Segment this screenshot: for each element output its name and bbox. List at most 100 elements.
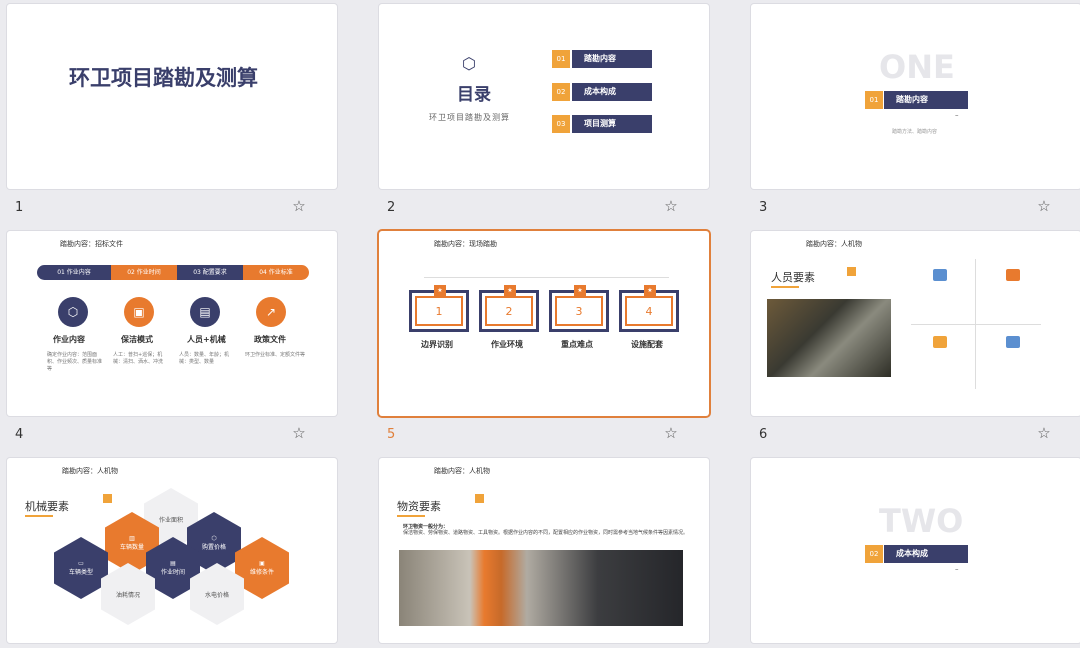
step-1: 01 作业内容	[37, 265, 111, 280]
book-icon: ▣	[259, 560, 265, 567]
toc-item-3: 项目测算	[572, 115, 652, 133]
col-text-3: 人员：数量、年龄；机械：类型、数量	[179, 352, 230, 365]
slide-number: 5	[387, 427, 396, 442]
col-text-2: 人工：普扫+巡保；机械：清扫、洒水、冲洗	[113, 352, 164, 365]
slide-number: 2	[387, 200, 396, 215]
section-label: 踏勘内容	[884, 91, 968, 109]
box-num: 3	[555, 296, 603, 326]
col-text-1: 确定作业内容：范围面积、作业频次、质量标准等	[47, 352, 103, 372]
hex-label: 车辆类型	[68, 569, 93, 576]
slide-header: 踏勘内容：现场踏勘	[434, 240, 497, 248]
toc-item-2: 成本构成	[572, 83, 652, 101]
wallet-icon	[933, 336, 947, 348]
star-icon[interactable]: ☆	[663, 198, 679, 214]
star-icon[interactable]: ☆	[291, 198, 307, 214]
section-dash: –	[955, 111, 959, 119]
section-title: 人员要素	[771, 271, 815, 284]
box-title-3: 重点难点	[561, 340, 593, 349]
star-icon[interactable]: ☆	[1036, 425, 1052, 441]
divider	[424, 277, 669, 278]
col-title-2: 保洁模式	[121, 335, 153, 344]
hex-label: 作业面积	[158, 516, 183, 524]
title-underline	[25, 515, 53, 517]
hex-label: 维修条件	[249, 569, 274, 576]
step-2: 02 作业时间	[111, 265, 177, 280]
section-caption: 踏勘方法、踏勘内容	[892, 129, 938, 135]
accent-square	[847, 267, 856, 276]
gloves-photo	[767, 299, 891, 377]
toc-num-1: 01	[552, 50, 570, 68]
section-num: 02	[865, 545, 883, 563]
slide-thumbnail-9[interactable]: TWO 02 成本构成 –	[751, 458, 1080, 643]
slide-thumbnail-2[interactable]: ⬡ 目录 环卫项目踏勘及测算 01 踏勘内容 02 成本构成 03 项目测算	[379, 4, 709, 189]
hex-label: 车辆数量	[119, 544, 144, 551]
box-1: ★ 1	[409, 285, 469, 332]
slide-thumbnail-6[interactable]: 踏勘内容：人机物 人员要素	[751, 231, 1080, 416]
slide-thumbnail-7[interactable]: 踏勘内容：人机物 机械要素 作业面积 ▥ 车辆数量 ⬡ 购置价格 ▭ 车辆类型 ▤ 作业…	[7, 458, 337, 643]
slide-header: 踏勘内容：人机物	[434, 467, 490, 475]
step-3: 03 配置要求	[177, 265, 243, 280]
title-underline	[771, 286, 799, 288]
grid-hline	[911, 324, 1041, 325]
basket-icon: ▥	[129, 535, 135, 542]
box-num: 2	[485, 296, 533, 326]
section-big-text: ONE	[879, 48, 955, 86]
col-title-1: 作业内容	[53, 335, 85, 344]
toc-num-3: 03	[552, 115, 570, 133]
slide-header: 踏勘内容：招标文件	[60, 240, 123, 248]
box-icon: ⬡	[58, 297, 88, 327]
slide-number: 1	[15, 200, 24, 215]
id-icon: ▤	[170, 560, 176, 567]
star-icon[interactable]: ☆	[291, 425, 307, 441]
slide-thumbnail-8[interactable]: 踏勘内容：人机物 物资要素 环卫物资一般分为： 保洁物资、劳保物资、道路物资、工…	[379, 458, 709, 643]
star-icon[interactable]: ☆	[663, 425, 679, 441]
basket-icon	[1006, 269, 1020, 281]
box-num: 1	[415, 296, 463, 326]
box-icon: ⬡	[462, 54, 476, 73]
step-4: 04 作业标准	[243, 265, 309, 280]
book-icon: ▤	[190, 297, 220, 327]
worker-photo	[399, 550, 683, 626]
chart-icon: ↗	[256, 297, 286, 327]
toc-item-1: 踏勘内容	[572, 50, 652, 68]
slide-header: 踏勘内容：人机物	[806, 240, 862, 248]
hex-label: 水电价格	[204, 591, 229, 599]
section-num: 01	[865, 91, 883, 109]
body-lead: 环卫物资一般分为：	[403, 524, 449, 530]
section-big-text: TWO	[879, 502, 964, 540]
star-icon[interactable]: ☆	[1036, 198, 1052, 214]
hex-label: 油耗情况	[115, 591, 140, 599]
box-num: 4	[625, 296, 673, 326]
hex-label: 购置价格	[201, 544, 226, 551]
accent-square	[103, 494, 112, 503]
section-label: 成本构成	[884, 545, 968, 563]
slide-number: 6	[759, 427, 768, 442]
slide-thumbnail-3[interactable]: ONE 01 踏勘内容 – 踏勘方法、踏勘内容	[751, 4, 1080, 189]
id-icon	[933, 269, 947, 281]
hex-vehicle-type: ▭ 车辆类型	[54, 537, 108, 599]
box-2: ★ 2	[479, 285, 539, 332]
col-title-4: 政策文件	[254, 335, 286, 344]
briefcase-icon: ▣	[124, 297, 154, 327]
slide-thumbnail-4[interactable]: 踏勘内容：招标文件 01 作业内容 02 作业时间 03 配置要求 04 作业标…	[7, 231, 337, 416]
box-title-4: 设施配套	[631, 340, 663, 349]
box-icon: ⬡	[211, 535, 217, 542]
title-underline	[397, 515, 425, 517]
body-text: 保洁物资、劳保物资、道路物资、工具物资。根据作业内容的不同，配置相应的作业物资，…	[403, 530, 689, 536]
monitor-icon	[1006, 336, 1020, 348]
box-title-2: 作业环境	[491, 340, 523, 349]
box-title-1: 边界识别	[421, 340, 453, 349]
col-text-4: 环卫作业标准、定额文件等	[245, 352, 306, 358]
box-4: ★ 4	[619, 285, 679, 332]
section-title: 机械要素	[25, 500, 69, 513]
monitor-icon: ▭	[78, 560, 84, 567]
slide-thumbnail-5[interactable]: 踏勘内容：现场踏勘 ★ 1 ★ 2 ★ 3 ★ 4 边界识别 作业环境 重点难点 设施配…	[379, 231, 709, 416]
toc-subtitle: 环卫项目踏勘及测算	[429, 113, 510, 122]
slide-number: 4	[15, 427, 24, 442]
toc-num-2: 02	[552, 83, 570, 101]
hex-label: 作业时间	[160, 569, 185, 576]
section-title: 物资要素	[397, 500, 441, 513]
slide-thumbnail-1[interactable]: 环卫项目踏勘及测算	[7, 4, 337, 189]
slide-number: 3	[759, 200, 768, 215]
section-dash: –	[955, 565, 959, 573]
